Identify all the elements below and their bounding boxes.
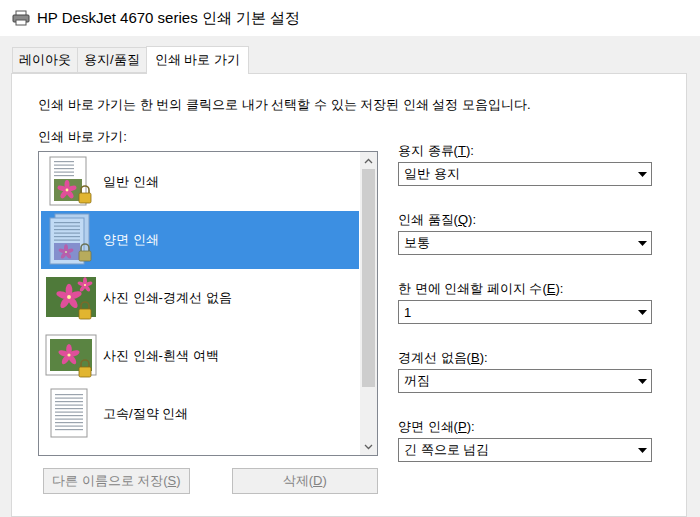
shortcut-item[interactable]: 사진 인쇄-경계선 없음 [41,269,359,327]
dropdown-arrow-icon [634,241,651,246]
scroll-up-icon[interactable] [360,152,377,169]
window-title: HP DeskJet 4670 series 인쇄 기본 설정 [37,9,300,28]
setting-field: 한 면에 인쇄할 페이지 수(E): 1 [398,280,652,324]
setting-field: 경계선 없음(B): 꺼짐 [398,349,652,393]
setting-dropdown[interactable]: 보통 [398,231,652,255]
setting-field: 인쇄 품질(Q): 보통 [398,211,652,255]
tab[interactable]: 용지/품질 [77,47,147,73]
action-button[interactable]: 다른 이름으로 저장(S) [43,468,190,494]
lock-icon [79,302,91,319]
text-thumbnail-icon [45,387,97,441]
shortcuts-label: 인쇄 바로 가기: [38,128,378,145]
shortcut-item[interactable]: 일반 인쇄 [41,153,359,211]
setting-label: 양면 인쇄(P): [398,418,652,435]
dropdown-arrow-icon [634,448,651,453]
setting-field: 용지 종류(T): 일반 용지 [398,142,652,186]
shortcut-item[interactable]: 고속/절약 인쇄 [41,385,359,443]
shortcuts-list: 일반 인쇄양면 인쇄사진 인쇄-경계선 없음사진 인쇄-흰색 여백고속/절약 인… [38,151,378,456]
lock-icon [79,244,91,261]
shortcut-item[interactable]: 양면 인쇄 [41,211,359,269]
setting-dropdown[interactable]: 일반 용지 [398,162,652,186]
shortcut-item[interactable]: 사진 인쇄-흰색 여백 [41,327,359,385]
lock-icon [79,360,91,377]
dropdown-arrow-icon [634,310,651,315]
action-button[interactable]: 삭제(D) [232,468,379,494]
setting-dropdown[interactable]: 긴 쪽으로 넘김 [398,438,652,462]
scroll-down-icon[interactable] [360,438,377,455]
duplex-thumbnail-icon [45,213,97,267]
lock-icon [79,186,91,203]
document-thumbnail-icon [45,155,97,209]
scroll-thumb[interactable] [362,169,375,387]
tab[interactable]: 인쇄 바로 가기 [146,46,249,74]
framed-thumbnail-icon [45,329,97,383]
description: 인쇄 바로 가기는 한 번의 클릭으로 내가 선택할 수 있는 저장된 인쇄 설… [38,96,660,113]
setting-label: 용지 종류(T): [398,142,652,159]
tab[interactable]: 레이아웃 [12,47,78,73]
dropdown-arrow-icon [634,172,651,177]
setting-dropdown[interactable]: 꺼짐 [398,369,652,393]
setting-dropdown[interactable]: 1 [398,300,652,324]
setting-field: 양면 인쇄(P): 긴 쪽으로 넘김 [398,418,652,462]
title-bar: HP DeskJet 4670 series 인쇄 기본 설정 [0,0,700,36]
setting-label: 경계선 없음(B): [398,349,652,366]
print-preferences-window: HP DeskJet 4670 series 인쇄 기본 설정레이아웃용지/품질… [0,0,700,517]
setting-label: 한 면에 인쇄할 페이지 수(E): [398,280,652,297]
scrollbar[interactable] [360,152,377,455]
setting-label: 인쇄 품질(Q): [398,211,652,228]
photo-thumbnail-icon [45,271,97,325]
tab-panel: 인쇄 바로 가기는 한 번의 클릭으로 내가 선택할 수 있는 저장된 인쇄 설… [11,73,687,517]
printer-icon [12,10,30,26]
tab-row: 레이아웃용지/품질인쇄 바로 가기 [11,46,687,73]
dropdown-arrow-icon [634,379,651,384]
